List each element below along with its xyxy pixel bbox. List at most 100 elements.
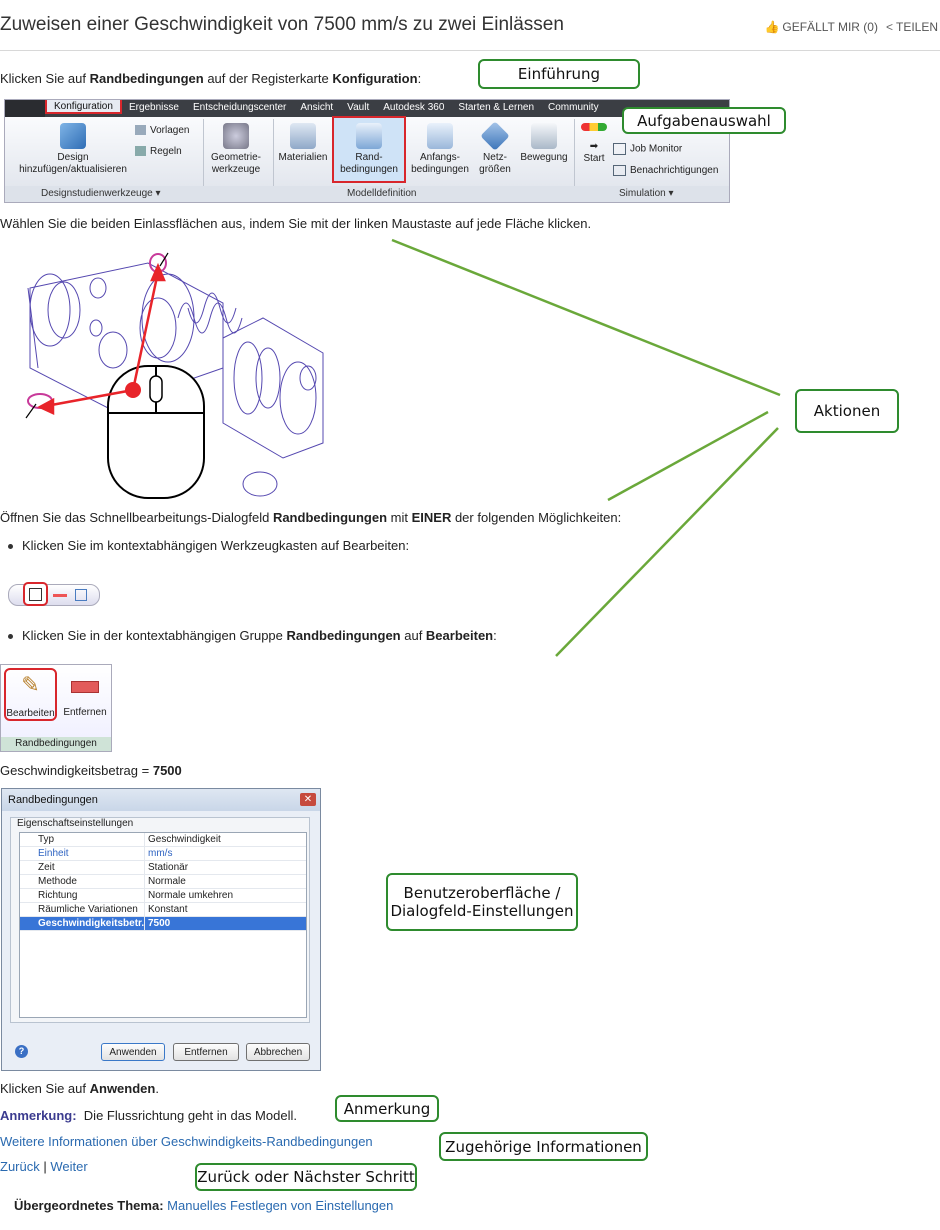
remove-button[interactable]: Entfernen: [173, 1043, 239, 1061]
parent-topic-link[interactable]: Manuelles Festlegen von Einstellungen: [167, 1198, 393, 1213]
tab-ansicht[interactable]: Ansicht: [293, 100, 340, 117]
rules-icon: [135, 146, 146, 157]
tab-konfiguration[interactable]: Konfiguration: [45, 100, 122, 114]
callout-anmerkung: Anmerkung: [335, 1095, 439, 1122]
back-link[interactable]: Zurück: [0, 1159, 40, 1174]
share-button[interactable]: < TEILEN: [886, 20, 938, 34]
tab-community[interactable]: Community: [541, 100, 606, 117]
more-info-link[interactable]: Weitere Informationen über Geschwindigke…: [0, 1134, 373, 1149]
ribbon-groups: Designstudienwerkzeuge ▾ Modelldefinitio…: [5, 186, 729, 202]
app-menu-button[interactable]: [5, 100, 45, 117]
toolbox-edit-button[interactable]: [23, 582, 48, 606]
apply-button[interactable]: Anwenden: [101, 1043, 165, 1061]
note: Anmerkung: Die Flussrichtung geht in das…: [0, 1108, 297, 1123]
property-row[interactable]: Räumliche Variationen Konstant: [20, 903, 306, 917]
ribbon-body: Design hinzufügen/aktualisieren Vorlagen…: [5, 116, 729, 201]
benachrichtigungen-button[interactable]: Benachrichtigungen: [613, 165, 729, 177]
randbedingungen-button[interactable]: Rand- bedingungen: [332, 116, 406, 183]
netzgroessen-button[interactable]: Netz- größen: [475, 121, 515, 176]
note-label: Anmerkung:: [0, 1108, 77, 1123]
tab-vault[interactable]: Vault: [340, 100, 376, 117]
property-row[interactable]: Zeit Stationär: [20, 861, 306, 875]
bc-icon[interactable]: [75, 589, 87, 601]
tools-icon: [223, 123, 249, 149]
apply-text: Klicken Sie auf Anwenden.: [0, 1081, 159, 1096]
design-icon: [60, 123, 86, 149]
intro-text: Klicken Sie auf Randbedingungen auf der …: [0, 71, 422, 86]
ribbon-tabs: Konfiguration Ergebnisse Entscheidungsce…: [5, 100, 729, 117]
dialog-title: Randbedingungen: [8, 794, 98, 806]
header-divider: [0, 50, 940, 51]
start-button[interactable]: ➡ Start: [577, 123, 611, 165]
panel-remove-button[interactable]: Entfernen: [59, 671, 111, 719]
help-icon[interactable]: ?: [15, 1045, 28, 1058]
like-button[interactable]: 👍 GEFÄLLT MIR (0): [764, 20, 878, 34]
property-row-selected[interactable]: Geschwindigkeitsbetr... 7500: [20, 917, 306, 931]
bullet-toolbox: Klicken Sie im kontextabhängigen Werkzeu…: [8, 538, 409, 553]
bullet-icon: [8, 634, 13, 640]
templates-icon: [135, 125, 146, 136]
properties-group: Eigenschaftseinstellungen Typ Geschwindig…: [10, 817, 310, 1023]
group-label: Eigenschaftseinstellungen: [17, 818, 134, 829]
materialien-button[interactable]: Materialien: [275, 123, 331, 164]
cancel-button[interactable]: Abbrechen: [246, 1043, 310, 1061]
next-link[interactable]: Weiter: [50, 1159, 87, 1174]
callout-zurueck-weiter: Zurück oder Nächster Schritt: [195, 1163, 417, 1191]
property-row[interactable]: Richtung Normale umkehren: [20, 889, 306, 903]
geometrie-button[interactable]: Geometrie- werkzeuge: [205, 123, 267, 176]
mesh-icon: [480, 121, 510, 151]
bullet-icon: [8, 544, 13, 550]
motion-icon: [531, 123, 557, 149]
open-dialog-text: Öffnen Sie das Schnellbearbeitungs-Dialo…: [0, 510, 622, 525]
tab-entscheidungscenter[interactable]: Entscheidungscenter: [186, 100, 293, 117]
remove-icon[interactable]: [53, 594, 67, 597]
panel-group-label: Randbedingungen: [1, 737, 111, 751]
group-designstudienwerkzeuge[interactable]: Designstudienwerkzeuge ▾: [41, 188, 161, 199]
dialog-titlebar: Randbedingungen ✕: [2, 789, 320, 811]
anfangsbedingungen-button[interactable]: Anfangs- bedingungen: [407, 123, 473, 176]
page-title: Zuweisen einer Geschwindigkeit von 7500 …: [0, 14, 564, 35]
vorlagen-button[interactable]: Vorlagen: [135, 125, 201, 137]
group-modelldefinition: Modelldefinition: [347, 188, 417, 199]
edit-icon: [29, 588, 42, 601]
boundary-conditions-icon: [356, 123, 382, 149]
regeln-button[interactable]: Regeln: [135, 146, 201, 158]
mail-icon: [613, 165, 626, 176]
initial-conditions-icon: [427, 123, 453, 149]
property-row[interactable]: Typ Geschwindigkeit: [20, 833, 306, 847]
randbedingungen-panel: ✎ Bearbeiten Entfernen Randbedingungen: [0, 664, 112, 752]
select-step-text: Wählen Sie die beiden Einlassflächen aus…: [0, 216, 592, 231]
bewegung-button[interactable]: Bewegung: [516, 123, 572, 164]
property-grid: Typ Geschwindigkeit Einheit mm/s Zeit Stati…: [19, 832, 307, 1018]
panel-edit-button[interactable]: ✎ Bearbeiten: [4, 668, 57, 721]
tab-starten-lernen[interactable]: Starten & Lernen: [451, 100, 541, 117]
materials-icon: [290, 123, 316, 149]
bullet-panel: Klicken Sie in der kontextabhängigen Gru…: [8, 628, 497, 643]
close-icon[interactable]: ✕: [300, 793, 316, 806]
mouse-icon: [107, 365, 205, 499]
traffic-lights-icon: [581, 123, 607, 131]
parent-topic: Übergeordnetes Thema: Manuelles Festlege…: [14, 1198, 394, 1213]
property-row[interactable]: Methode Normale: [20, 875, 306, 889]
callout-einfuehrung: Einführung: [478, 59, 640, 89]
job-monitor-button[interactable]: Job Monitor: [613, 143, 723, 156]
nav-links: Zurück | Weiter: [0, 1159, 88, 1174]
callout-zugehoerige-informationen: Zugehörige Informationen: [439, 1132, 648, 1161]
tab-ergebnisse[interactable]: Ergebnisse: [122, 100, 186, 117]
arrow-icon: ➡: [589, 141, 599, 152]
callout-benutzeroberflaeche: Benutzeroberfläche / Dialogfeld-Einstell…: [386, 873, 578, 931]
property-row[interactable]: Einheit mm/s: [20, 847, 306, 861]
group-simulation[interactable]: Simulation ▾: [619, 188, 674, 199]
model-selection-illustration: [25, 252, 324, 499]
context-toolbox: [8, 582, 100, 606]
magnitude-text: Geschwindigkeitsbetrag = 7500: [0, 763, 182, 778]
tab-autodesk-360[interactable]: Autodesk 360: [376, 100, 451, 117]
top-actions: 👍 GEFÄLLT MIR (0) < TEILEN: [764, 20, 938, 34]
pencil-icon: ✎: [21, 672, 40, 697]
callout-aufgabenauswahl: Aufgabenauswahl: [622, 107, 786, 134]
randbedingungen-dialog: Randbedingungen ✕ Eigenschaftseinstellun…: [1, 788, 321, 1071]
callout-aktionen: Aktionen: [795, 389, 899, 433]
thumbs-up-icon: 👍: [764, 20, 780, 34]
share-icon: <: [885, 20, 893, 34]
design-update-button[interactable]: Design hinzufügen/aktualisieren: [9, 123, 137, 176]
